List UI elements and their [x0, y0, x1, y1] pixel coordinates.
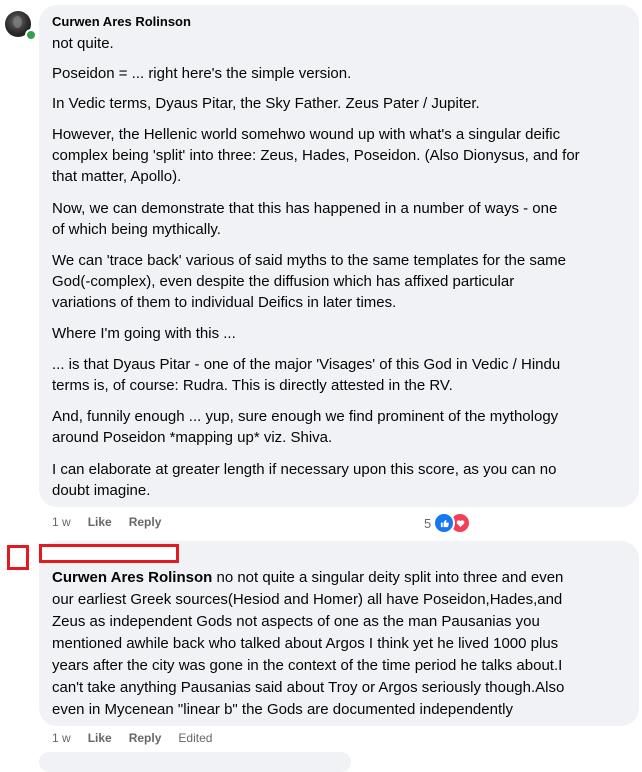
comment-paragraph: Poseidon = ... right here's the simple v… — [52, 65, 352, 82]
comment-paragraph: And, funnily enough ... yup, sure enough… — [52, 408, 559, 446]
comment-paragraph: Now, we can demonstrate that this has ha… — [52, 200, 558, 238]
comment-paragraph: However, the Hellenic world somehwo woun… — [52, 126, 580, 185]
redacted-author-name — [39, 544, 179, 563]
redacted-avatar — [7, 545, 29, 570]
comment-time[interactable]: 1 w — [52, 515, 71, 529]
comment-actions: 1 w Like Reply Edited — [52, 731, 212, 745]
reaction-summary[interactable]: 5 — [424, 512, 472, 534]
comment-text: Curwen Ares Rolinson no not quite a sing… — [52, 567, 627, 721]
comment-paragraph: We can 'trace back' various of said myth… — [52, 252, 567, 311]
comment-body: no not quite a singular deity split into… — [52, 569, 565, 718]
comment-paragraph: Where I'm going with this ... — [52, 325, 236, 342]
comment-time[interactable]: 1 w — [52, 731, 71, 745]
mention-link[interactable]: Curwen Ares Rolinson — [52, 569, 212, 586]
reply-button[interactable]: Reply — [129, 731, 162, 745]
comment-actions: 1 w Like Reply — [52, 515, 178, 529]
reaction-count: 5 — [424, 515, 432, 531]
comment-paragraph: In Vedic terms, Dyaus Pitar, the Sky Fat… — [52, 95, 480, 112]
reply-button[interactable]: Reply — [129, 515, 162, 529]
comment-paragraph: I can elaborate at greater length if nec… — [52, 461, 557, 499]
comment-author[interactable]: Curwen Ares Rolinson — [52, 14, 191, 29]
like-button[interactable]: Like — [88, 731, 112, 745]
next-comment-bubble — [39, 752, 351, 772]
edited-label[interactable]: Edited — [178, 731, 212, 745]
like-button[interactable]: Like — [88, 515, 112, 529]
online-status-dot — [25, 29, 37, 41]
comment-paragraph: ... is that Dyaus Pitar - one of the maj… — [52, 356, 561, 394]
comment-paragraph: not quite. — [52, 35, 114, 52]
